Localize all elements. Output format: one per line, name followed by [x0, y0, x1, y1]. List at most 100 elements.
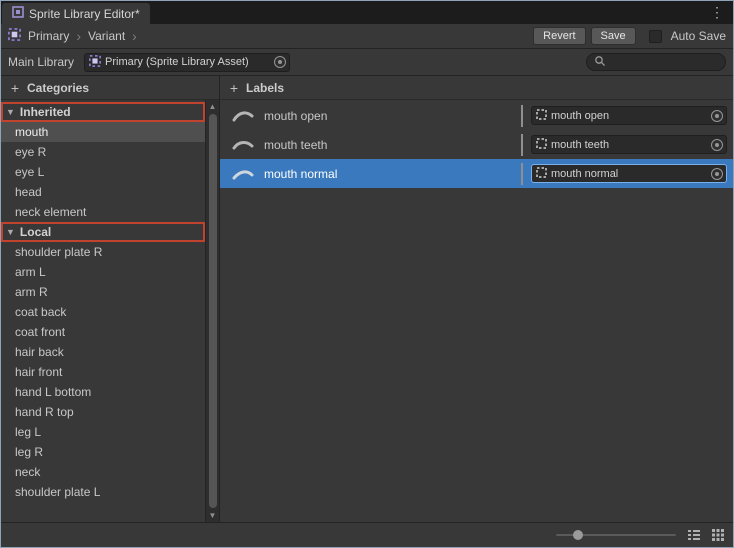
foldout-arrow-icon[interactable]: ▼ [6, 227, 15, 237]
category-row[interactable]: coat back [1, 302, 205, 322]
zoom-slider-thumb[interactable] [573, 530, 583, 540]
category-label: neck [15, 465, 40, 479]
search-field[interactable] [586, 53, 726, 71]
breadcrumb-separator-icon: › [76, 29, 81, 43]
category-row[interactable]: leg L [1, 422, 205, 442]
categories-header: + Categories [1, 76, 219, 100]
breadcrumb-variant[interactable]: Variant [86, 29, 127, 43]
object-field-value: Primary (Sprite Library Asset) [105, 56, 270, 68]
category-row[interactable]: neck [1, 462, 205, 482]
category-row[interactable]: shoulder plate L [1, 482, 205, 502]
label-object-field[interactable]: mouth teeth [531, 135, 727, 154]
category-group-local[interactable]: ▼ Local [1, 222, 205, 242]
category-label: arm R [15, 285, 48, 299]
label-object-field[interactable]: mouth open [531, 106, 727, 125]
object-field-value: mouth teeth [551, 139, 707, 151]
category-label: eye R [15, 145, 46, 159]
category-row[interactable]: hair front [1, 362, 205, 382]
label-row[interactable]: mouth open mouth open [220, 101, 733, 130]
add-label-icon[interactable]: + [229, 80, 239, 96]
zoom-slider[interactable] [556, 528, 676, 542]
categories-scrollbar[interactable]: ▲ ▼ [205, 100, 219, 522]
category-group-label: Inherited [20, 105, 71, 119]
category-list: ▼ Inherited mouth eye R eye L head neck e… [1, 100, 205, 522]
tab-title: Sprite Library Editor* [29, 7, 140, 21]
category-row[interactable]: eye R [1, 142, 205, 162]
category-label: leg L [15, 425, 41, 439]
grid-view-icon[interactable] [712, 529, 724, 541]
main-library-bar: Main Library Primary (Sprite Library Ass… [1, 49, 733, 76]
mouth-sprite-icon [230, 109, 256, 123]
category-label: head [15, 185, 42, 199]
category-row[interactable]: arm L [1, 262, 205, 282]
scrollbar-thumb[interactable] [209, 114, 217, 508]
label-row-selected[interactable]: mouth normal mouth normal [220, 159, 733, 188]
category-group-label: Local [20, 225, 51, 239]
object-picker-icon[interactable] [711, 110, 723, 122]
category-group-inherited[interactable]: ▼ Inherited [1, 102, 205, 122]
label-name: mouth normal [264, 167, 337, 181]
category-label: mouth [15, 125, 48, 139]
category-label: eye L [15, 165, 44, 179]
category-row[interactable]: eye L [1, 162, 205, 182]
footer-bar [1, 522, 733, 547]
category-label: shoulder plate L [15, 485, 100, 499]
search-icon [594, 55, 606, 70]
category-row[interactable]: neck element [1, 202, 205, 222]
column-resize-handle[interactable] [521, 163, 523, 185]
category-label: hand L bottom [15, 385, 91, 399]
main-library-object-field[interactable]: Primary (Sprite Library Asset) [84, 53, 290, 72]
category-row[interactable]: arm R [1, 282, 205, 302]
category-row[interactable]: leg R [1, 442, 205, 462]
label-row[interactable]: mouth teeth mouth teeth [220, 130, 733, 159]
column-resize-handle[interactable] [521, 134, 523, 156]
revert-button[interactable]: Revert [533, 27, 585, 45]
category-row-mouth[interactable]: mouth [1, 122, 205, 142]
sprite-icon [536, 167, 547, 181]
tab-bar: Sprite Library Editor* ⋮ [1, 1, 733, 24]
sprite-library-editor-window: Sprite Library Editor* ⋮ Primary › Varia… [0, 0, 734, 548]
object-picker-icon[interactable] [274, 56, 286, 68]
content: + Categories ▼ Inherited mouth eye R eye … [1, 76, 733, 522]
labels-header-label: Labels [246, 81, 284, 95]
scroll-down-icon[interactable]: ▼ [209, 510, 217, 521]
foldout-arrow-icon[interactable]: ▼ [6, 107, 15, 117]
mouth-sprite-icon [230, 138, 256, 152]
scroll-up-icon[interactable]: ▲ [209, 101, 217, 112]
primary-library-icon [8, 28, 21, 44]
category-row[interactable]: hand R top [1, 402, 205, 422]
tab-sprite-library-editor[interactable]: Sprite Library Editor* [2, 3, 150, 24]
object-picker-icon[interactable] [711, 139, 723, 151]
label-object-field[interactable]: mouth normal [531, 164, 727, 183]
sprite-library-asset-icon [89, 55, 101, 70]
toolbar: Primary › Variant › Revert Save Auto Sav… [1, 24, 733, 49]
save-button[interactable]: Save [591, 27, 636, 45]
labels-panel: + Labels mouth open mouth open [220, 76, 733, 522]
add-category-icon[interactable]: + [10, 80, 20, 96]
category-label: hair back [15, 345, 64, 359]
category-label: coat front [15, 325, 65, 339]
category-row[interactable]: hair back [1, 342, 205, 362]
window-menu-icon[interactable]: ⋮ [710, 4, 724, 21]
sprite-icon [536, 138, 547, 152]
label-name: mouth open [264, 109, 327, 123]
breadcrumb-primary[interactable]: Primary [26, 29, 71, 43]
column-resize-handle[interactable] [521, 105, 523, 127]
object-field-value: mouth open [551, 110, 707, 122]
object-picker-icon[interactable] [711, 168, 723, 180]
label-name: mouth teeth [264, 138, 327, 152]
auto-save-label: Auto Save [671, 29, 726, 43]
category-row[interactable]: coat front [1, 322, 205, 342]
category-row[interactable]: head [1, 182, 205, 202]
object-field-value: mouth normal [551, 168, 707, 180]
sprite-library-editor-icon [12, 6, 24, 21]
category-row[interactable]: shoulder plate R [1, 242, 205, 262]
label-list: mouth open mouth open mout [220, 100, 733, 522]
category-label: neck element [15, 205, 86, 219]
category-row[interactable]: hand L bottom [1, 382, 205, 402]
categories-header-label: Categories [27, 81, 89, 95]
list-view-icon[interactable] [688, 529, 700, 541]
auto-save-checkbox[interactable] [649, 30, 662, 43]
search-input[interactable] [611, 56, 718, 68]
category-label: hair front [15, 365, 62, 379]
